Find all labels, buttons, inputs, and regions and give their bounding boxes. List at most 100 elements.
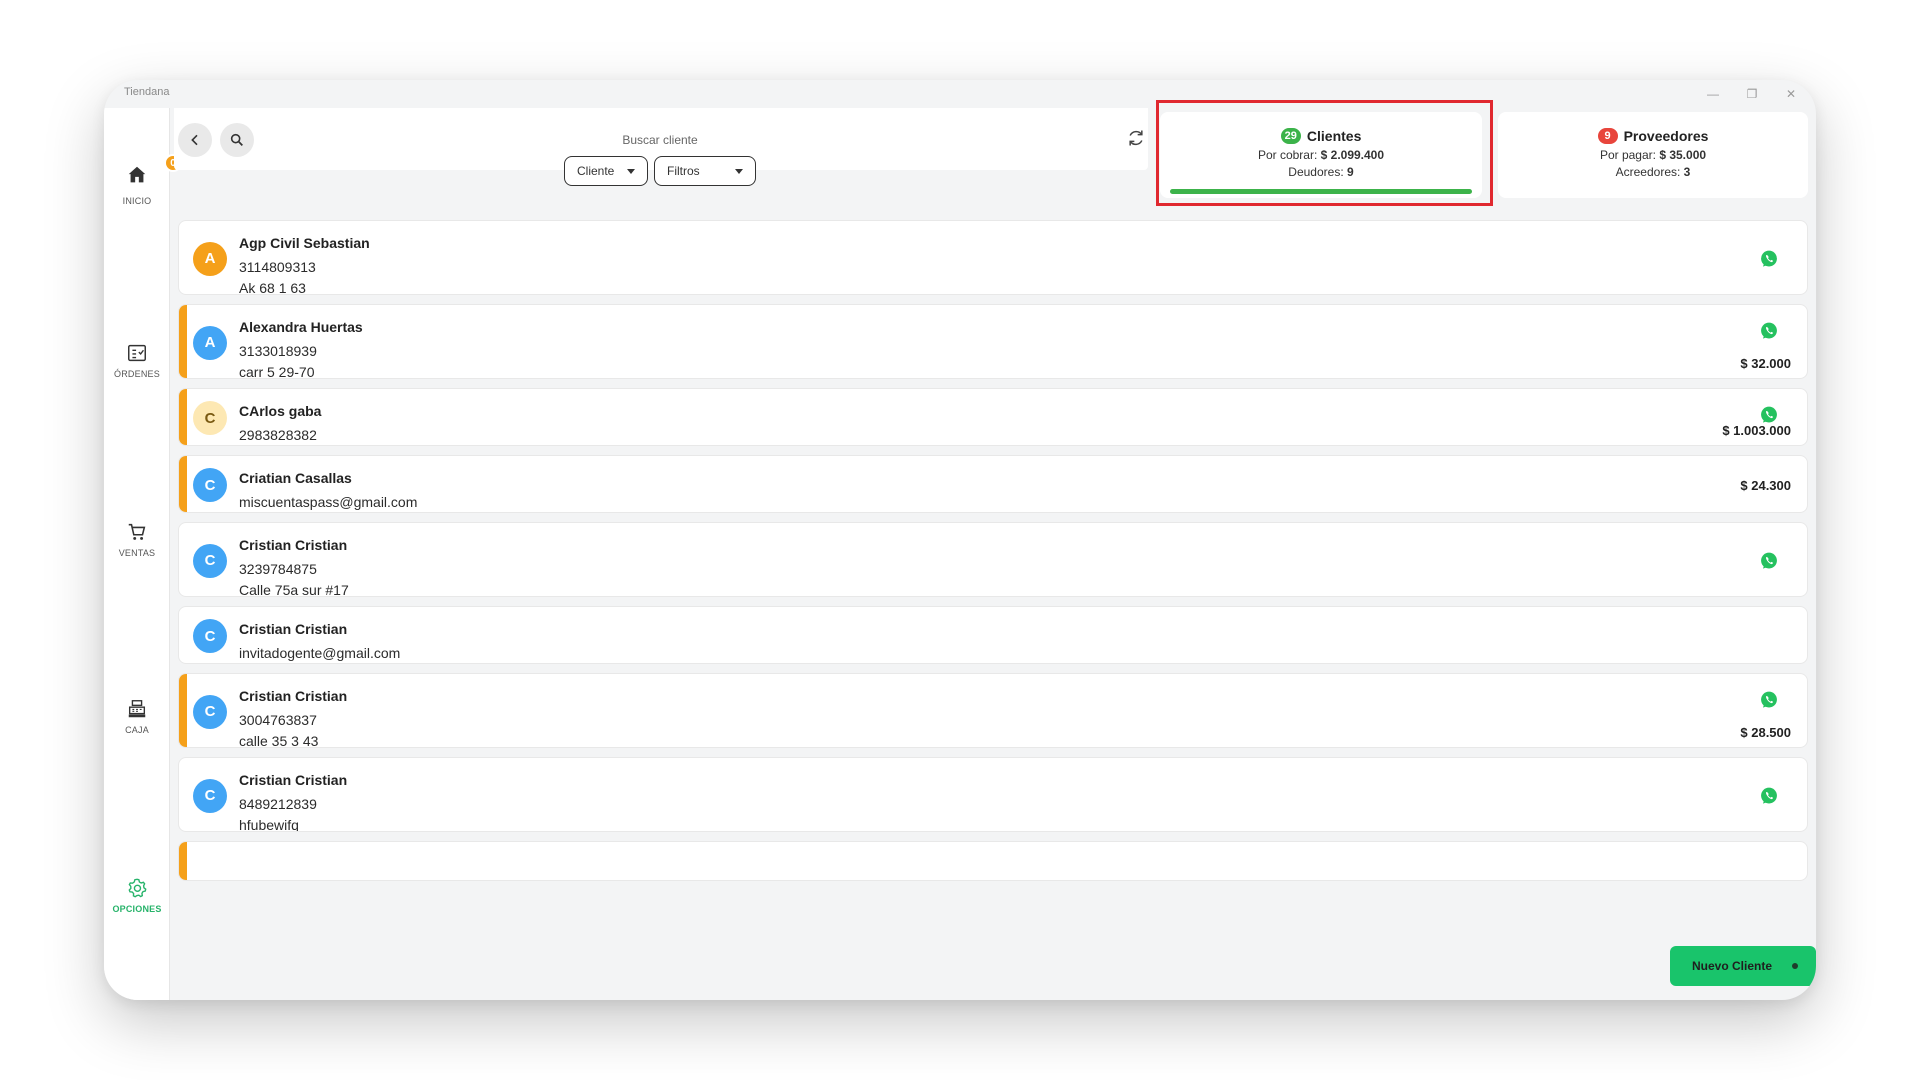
whatsapp-icon[interactable] xyxy=(1759,249,1779,269)
sidebar-item-ventas[interactable]: VENTAS xyxy=(104,521,170,558)
sidebar-item-label: ÓRDENES xyxy=(114,369,160,379)
avatar: C xyxy=(193,778,227,813)
proveedores-summary-card[interactable]: 9 Proveedores Por pagar: $ 35.000 Acreed… xyxy=(1498,112,1808,198)
sidebar-item-label: CAJA xyxy=(125,725,149,735)
sidebar-item-caja[interactable]: CAJA xyxy=(104,698,170,735)
client-info: Agp Civil Sebastian 3114809313 Ak 68 1 63 xyxy=(239,235,370,295)
client-type-dropdown[interactable]: Cliente xyxy=(564,156,648,186)
sidebar-item-label: VENTAS xyxy=(118,548,156,558)
search-button[interactable] xyxy=(220,123,254,157)
client-contact: invitadogente@gmail.com xyxy=(239,645,401,661)
deudores-count: 9 xyxy=(1347,165,1354,179)
por-cobrar-line: Por cobrar: $ 2.099.400 xyxy=(1258,148,1384,162)
filters-dropdown[interactable]: Filtros xyxy=(654,156,756,186)
avatar: C xyxy=(193,543,227,578)
client-row[interactable]: A Agp Civil Sebastian 3114809313 Ak 68 1 63 xyxy=(178,220,1808,295)
client-name: Agp Civil Sebastian xyxy=(239,235,370,251)
avatar: C xyxy=(193,619,227,653)
client-name: Criatian Casallas xyxy=(239,470,352,486)
cart-icon xyxy=(128,523,146,540)
whatsapp-icon[interactable] xyxy=(1759,321,1779,341)
client-address: Ak 68 1 63 xyxy=(239,280,306,295)
client-row[interactable] xyxy=(178,841,1808,881)
client-contact: 3004763837 xyxy=(239,712,317,728)
client-list: A Agp Civil Sebastian 3114809313 Ak 68 1 63… xyxy=(178,220,1808,1000)
por-cobrar-label: Por cobrar: xyxy=(1257,148,1318,162)
deudores-line: Deudores: 9 xyxy=(1288,165,1353,179)
sidebar-item-opciones[interactable]: OPCIONES xyxy=(104,877,170,914)
deudores-label: Deudores: xyxy=(1288,165,1344,179)
minimize-button[interactable]: — xyxy=(1702,83,1724,105)
card-title: Clientes xyxy=(1306,128,1362,144)
dropdown-label: Cliente xyxy=(577,164,615,178)
sidebar-item-label: OPCIONES xyxy=(112,904,162,914)
client-row[interactable]: C Cristian Cristian 3239784875 Calle 75a su… xyxy=(178,522,1808,597)
card-heading: 9 Proveedores xyxy=(1597,128,1709,144)
sidebar-item-inicio[interactable]: 0 INICIO xyxy=(104,154,182,206)
chevron-left-icon xyxy=(191,134,198,146)
sidebar-item-label: INICIO xyxy=(122,196,152,206)
por-pagar-label: Por pagar: xyxy=(1599,148,1656,162)
caret-down-icon xyxy=(627,168,635,174)
app-title: Tiendana xyxy=(124,86,170,98)
selected-tab-indicator-fill xyxy=(1170,189,1472,194)
acreedores-line: Acreedores: 3 xyxy=(1616,165,1691,179)
refresh-icon[interactable] xyxy=(1126,128,1146,148)
client-contact: 3133018939 xyxy=(239,343,317,359)
orders-icon xyxy=(128,344,146,362)
client-name: CArlos gaba xyxy=(239,403,322,419)
card-heading: 29 Clientes xyxy=(1280,128,1362,144)
whatsapp-icon[interactable] xyxy=(1759,690,1779,710)
caret-down-icon xyxy=(735,168,743,174)
client-row[interactable]: C Cristian Cristian 3004763837 calle 35 3 4… xyxy=(178,673,1808,748)
close-window-button[interactable]: ✕ xyxy=(1780,83,1802,105)
client-info: CArlos gaba 2983828382 xyxy=(239,403,322,445)
client-info: Cristian Cristian invitadogente@gmail.com xyxy=(239,621,401,663)
client-name: Cristian Cristian xyxy=(239,621,348,637)
client-row[interactable]: C Criatian Casallas miscuentaspass@gmail.c… xyxy=(178,455,1808,513)
balance-amount: $ 1.003.000 xyxy=(1722,423,1791,438)
avatar: A xyxy=(193,325,227,360)
client-address: hfubewifq xyxy=(239,817,299,832)
clientes-summary-card[interactable]: 29 Clientes Por cobrar: $ 2.099.400 Deud… xyxy=(1160,112,1482,198)
client-info: Cristian Cristian 3239784875 Calle 75a sur… xyxy=(239,537,349,597)
client-info: Cristian Cristian 8489212839 hfubewifq xyxy=(239,772,348,832)
avatar: C xyxy=(193,401,227,435)
proveedores-count-badge: 9 xyxy=(1597,128,1618,144)
client-contact: 2983828382 xyxy=(239,427,317,443)
client-row[interactable]: C CArlos gaba 2983828382 $ 1.003.000 xyxy=(178,388,1808,446)
client-name: Alexandra Huertas xyxy=(239,319,363,335)
new-client-button[interactable]: Nuevo Cliente xyxy=(1670,946,1816,986)
client-row[interactable]: C Cristian Cristian invitadogente@gmail.co… xyxy=(178,606,1808,664)
back-button[interactable] xyxy=(178,123,212,157)
client-row[interactable]: C Cristian Cristian 8489212839 hfubewifq xyxy=(178,757,1808,832)
client-name: Cristian Cristian xyxy=(239,772,348,788)
client-address: carr 5 29-70 xyxy=(239,364,315,379)
avatar: C xyxy=(193,468,227,502)
acreedores-label: Acreedores: xyxy=(1615,165,1681,179)
por-pagar-amount: $ 35.000 xyxy=(1659,148,1707,162)
home-icon xyxy=(128,166,146,183)
balance-amount: $ 24.300 xyxy=(1740,477,1791,493)
acreedores-count: 3 xyxy=(1683,165,1691,179)
new-client-label: Nuevo Cliente xyxy=(1692,959,1773,973)
app-window: Tiendana — ❐ ✕ 0 INICIO ÓRDENES VENTAS C… xyxy=(104,80,1816,1000)
search-input[interactable] xyxy=(270,127,1050,153)
maximize-button[interactable]: ❐ xyxy=(1741,83,1763,105)
client-info: Alexandra Huertas 3133018939 carr 5 29-70 xyxy=(239,319,363,379)
card-title: Proveedores xyxy=(1623,128,1709,144)
whatsapp-icon[interactable] xyxy=(1759,786,1779,806)
sidebar: 0 INICIO ÓRDENES VENTAS CAJA OPCIONES xyxy=(104,108,182,1000)
por-pagar-line: Por pagar: $ 35.000 xyxy=(1600,148,1706,162)
whatsapp-icon[interactable] xyxy=(1759,405,1779,425)
client-address: Calle 75a sur #17 xyxy=(239,582,349,597)
sidebar-item-ordenes[interactable]: ÓRDENES xyxy=(104,342,170,379)
dropdown-label: Filtros xyxy=(667,164,700,178)
client-contact: 8489212839 xyxy=(239,796,317,812)
search-icon xyxy=(230,133,243,146)
client-row[interactable]: A Alexandra Huertas 3133018939 carr 5 29-70… xyxy=(178,304,1808,379)
cash-register-icon xyxy=(128,700,146,718)
client-contact: 3239784875 xyxy=(239,561,317,577)
balance-amount: $ 28.500 xyxy=(1740,725,1791,740)
whatsapp-icon[interactable] xyxy=(1759,551,1779,571)
